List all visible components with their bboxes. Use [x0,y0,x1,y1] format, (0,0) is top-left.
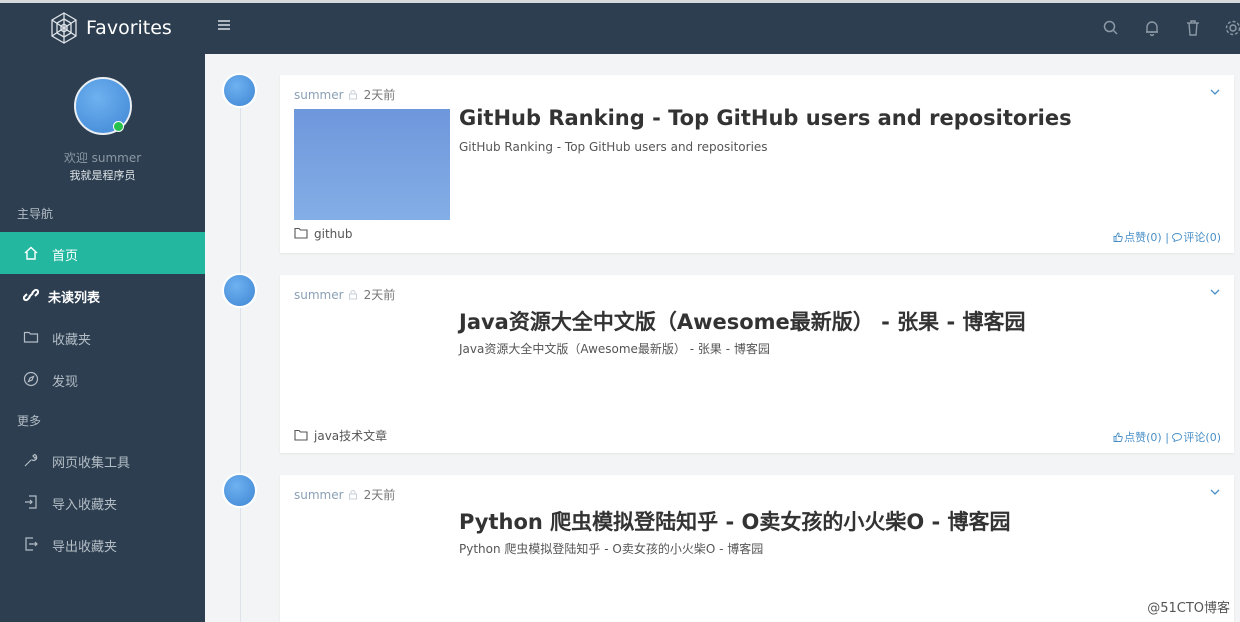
like-count: 点赞(0) [1124,231,1162,244]
chevron-down-icon[interactable] [1210,488,1220,496]
sidebar-item-home[interactable]: 首页 [0,232,205,274]
timeline-avatar[interactable] [224,275,255,306]
sidebar-item-label: 网页收集工具 [52,456,131,471]
sidebar-item-label: 导出收藏夹 [52,540,118,555]
sidebar-item-favorites[interactable]: 收藏夹 [0,316,205,358]
sidebar-item-label: 收藏夹 [52,333,92,348]
card-folder[interactable]: github [294,227,352,241]
sidebar-item-import[interactable]: 导入收藏夹 [0,481,205,523]
comment-button[interactable]: 评论(0) [1172,231,1221,244]
card-time: 2天前 [363,288,396,302]
user-motto: 我就是程序员 [69,169,136,182]
card-title[interactable]: Python 爬虫模拟登陆知乎 - O卖女孩的小火柴O - 博客园 [459,506,1011,536]
app-brand[interactable]: Favorites [86,17,172,39]
card-thumbnail[interactable] [294,109,450,220]
lock-icon [348,490,357,500]
folder-icon [294,227,308,239]
card-username[interactable]: summer [294,488,344,502]
like-button[interactable]: 点赞(0) [1113,231,1162,244]
compass-icon [23,371,39,387]
bookmark-card: summer 2天前 Java资源大全中文版（Awesome最新版） - 张果 -… [280,275,1234,453]
card-meta: summer 2天前 [294,86,395,103]
export-icon [25,537,38,551]
lock-icon [348,90,357,100]
watermark: @51CTO博客 [1147,601,1230,616]
bell-icon[interactable] [1143,19,1161,37]
search-icon[interactable] [1102,19,1120,37]
timeline-line [240,106,241,622]
timeline-avatar[interactable] [224,475,255,506]
sidebar-item-web-collector[interactable]: 网页收集工具 [0,439,205,481]
card-folder[interactable]: java技术文章 [294,427,387,444]
like-button[interactable]: 点赞(0) [1113,431,1162,444]
gear-icon[interactable] [1224,19,1240,37]
comment-count: 评论(0) [1183,231,1221,244]
thumbs-up-icon [1113,232,1123,242]
lock-icon [348,290,357,300]
like-count: 点赞(0) [1124,431,1162,444]
sidebar-item-discover[interactable]: 发现 [0,358,205,400]
comment-button[interactable]: 评论(0) [1172,431,1221,444]
chevron-down-icon[interactable] [1210,288,1220,296]
card-username[interactable]: summer [294,88,344,102]
menu-toggle-icon[interactable] [216,17,232,33]
top-bar: Favorites [0,3,1240,54]
link-icon [23,288,39,302]
wrench-icon [24,453,38,467]
action-separator: | [1165,431,1169,444]
card-description: GitHub Ranking - Top GitHub users and re… [459,140,768,154]
card-folder-name: github [314,227,353,241]
card-username[interactable]: summer [294,288,344,302]
card-time: 2天前 [363,488,396,502]
chevron-down-icon[interactable] [1210,88,1220,96]
card-actions: 点赞(0) | 评论(0) [1113,429,1221,445]
comment-icon [1172,233,1183,243]
welcome-text: 欢迎 summer [63,151,142,165]
card-title[interactable]: Java资源大全中文版（Awesome最新版） - 张果 - 博客园 [459,306,1025,336]
bookmark-card: summer 2天前 GitHub Ranking - Top GitHub us… [280,75,1234,253]
spider-web-logo-icon [51,12,77,44]
action-separator: | [1165,231,1169,244]
trash-icon[interactable] [1184,19,1202,37]
card-description: Python 爬虫模拟登陆知乎 - O卖女孩的小火柴O - 博客园 [459,542,764,556]
sidebar-item-label: 首页 [52,249,79,264]
card-actions: 点赞(0) | 评论(0) [1113,229,1221,245]
online-status-dot [113,121,124,132]
bookmark-card: summer 2天前 Python 爬虫模拟登陆知乎 - O卖女孩的小火柴O - … [280,475,1234,622]
thumbs-up-icon [1113,432,1123,442]
sidebar-item-unread[interactable]: 未读列表 [0,274,205,316]
card-folder-name: java技术文章 [314,429,388,443]
folder-icon [294,429,308,441]
card-time: 2天前 [363,88,396,102]
sidebar-item-export[interactable]: 导出收藏夹 [0,523,205,565]
folder-icon [23,331,39,343]
sidebar-item-label: 发现 [52,375,79,390]
sidebar-item-label: 导入收藏夹 [52,498,118,513]
card-meta: summer 2天前 [294,486,395,503]
card-meta: summer 2天前 [294,286,395,303]
section-main-nav: 主导航 [17,207,54,221]
comment-count: 评论(0) [1183,431,1221,444]
timeline-avatar[interactable] [224,75,255,106]
import-icon [25,495,37,509]
home-icon [24,246,38,260]
comment-icon [1172,433,1183,443]
sidebar-item-label: 未读列表 [48,291,101,306]
card-title[interactable]: GitHub Ranking - Top GitHub users and re… [459,106,1072,130]
card-description: Java资源大全中文版（Awesome最新版） - 张果 - 博客园 [459,342,770,356]
section-more: 更多 [17,414,42,428]
